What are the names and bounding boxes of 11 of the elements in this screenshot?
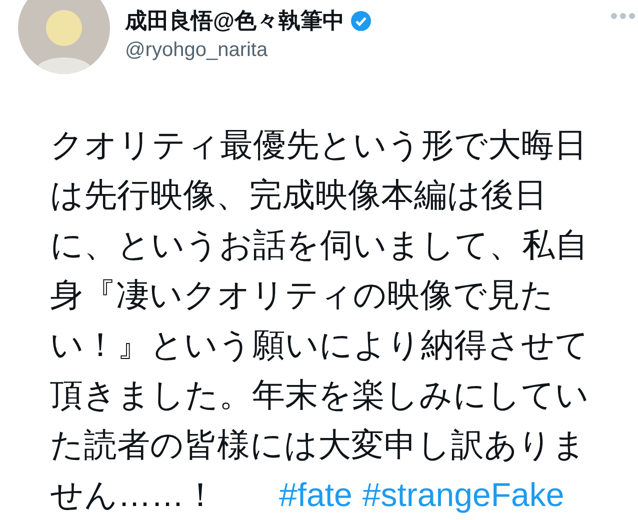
tweet-text-line: せん……！	[50, 475, 217, 515]
more-options-icon[interactable]	[610, 12, 636, 20]
tweet-text-line: に、というお話を伺いまして、私自	[50, 225, 588, 265]
tweet-text-line: 頂きました。年末を楽しみにしてい	[50, 375, 589, 415]
tweet-text-line: クオリティ最優先という形で大晦日	[50, 125, 587, 165]
tweet-text-line: い！』という願いにより納得させて	[50, 325, 589, 365]
tweet-text-line: は先行映像、完成映像本編は後日	[50, 175, 547, 215]
tweet-text-line: 身『凄いクオリティの映像で見た	[50, 275, 554, 315]
tweet-text-line: た読者の皆様には大変申し訳ありま	[50, 425, 586, 465]
author-name[interactable]: 成田良悟@色々執筆中	[125, 6, 344, 36]
author-handle[interactable]: @ryohgo_narita	[125, 36, 372, 64]
